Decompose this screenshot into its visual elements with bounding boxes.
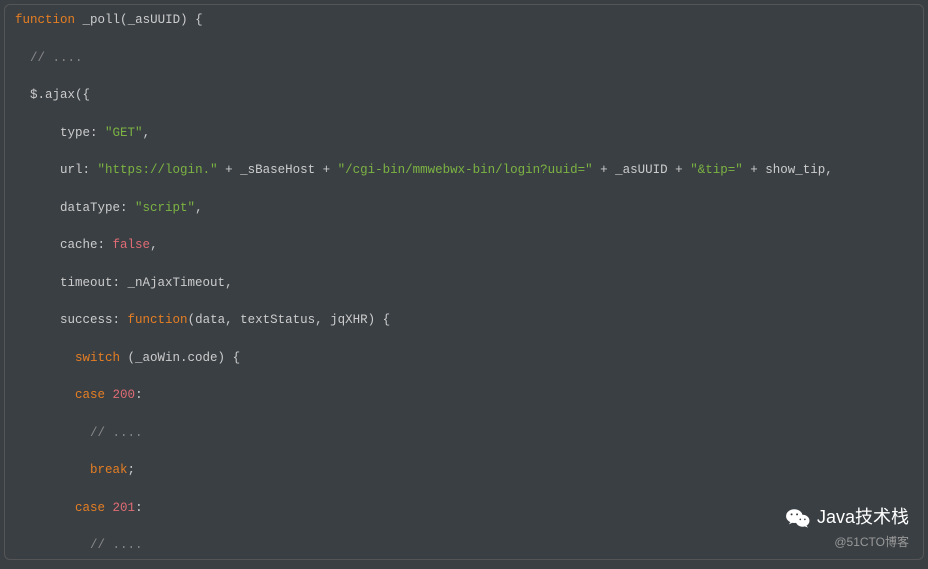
keyword-case: case — [75, 501, 105, 515]
url-concat3: + show_tip, — [743, 163, 833, 177]
keyword-function-success: function — [128, 313, 188, 327]
param: _asUUID — [128, 13, 181, 27]
case-200: 200 — [113, 388, 136, 402]
url-concat1: + _sBaseHost + — [218, 163, 338, 177]
prop-type-val: "GET" — [105, 126, 143, 140]
url-part1: "https://login." — [98, 163, 218, 177]
prop-datatype-label: dataType: — [60, 201, 128, 215]
comment: // .... — [30, 51, 83, 65]
source-code: function _poll(_asUUID) { // .... $.ajax… — [15, 11, 913, 560]
fn-name: _poll — [83, 13, 121, 27]
keyword-switch: switch — [75, 351, 120, 365]
success-args: (data, textStatus, jqXHR) { — [188, 313, 391, 327]
comment: // .... — [90, 426, 143, 440]
prop-timeout-val: _nAjaxTimeout, — [128, 276, 233, 290]
prop-url-label: url: — [60, 163, 90, 177]
keyword-function: function — [15, 13, 75, 27]
prop-cache-label: cache: — [60, 238, 105, 252]
url-concat2: + _asUUID + — [593, 163, 691, 177]
comment: // .... — [90, 538, 143, 552]
code-block: function _poll(_asUUID) { // .... $.ajax… — [4, 4, 924, 560]
keyword-break: break — [90, 463, 128, 477]
url-part3: "&tip=" — [690, 163, 743, 177]
prop-timeout-label: timeout: — [60, 276, 120, 290]
prop-datatype-val: "script" — [135, 201, 195, 215]
prop-type-label: type: — [60, 126, 98, 140]
prop-cache-val: false — [113, 238, 151, 252]
prop-success-label: success: — [60, 313, 120, 327]
switch-expr: (_aoWin.code) { — [128, 351, 241, 365]
ajax-call: $.ajax({ — [30, 88, 90, 102]
keyword-case: case — [75, 388, 105, 402]
url-part2: "/cgi-bin/mmwebwx-bin/login?uuid=" — [338, 163, 593, 177]
case-201: 201 — [113, 501, 136, 515]
